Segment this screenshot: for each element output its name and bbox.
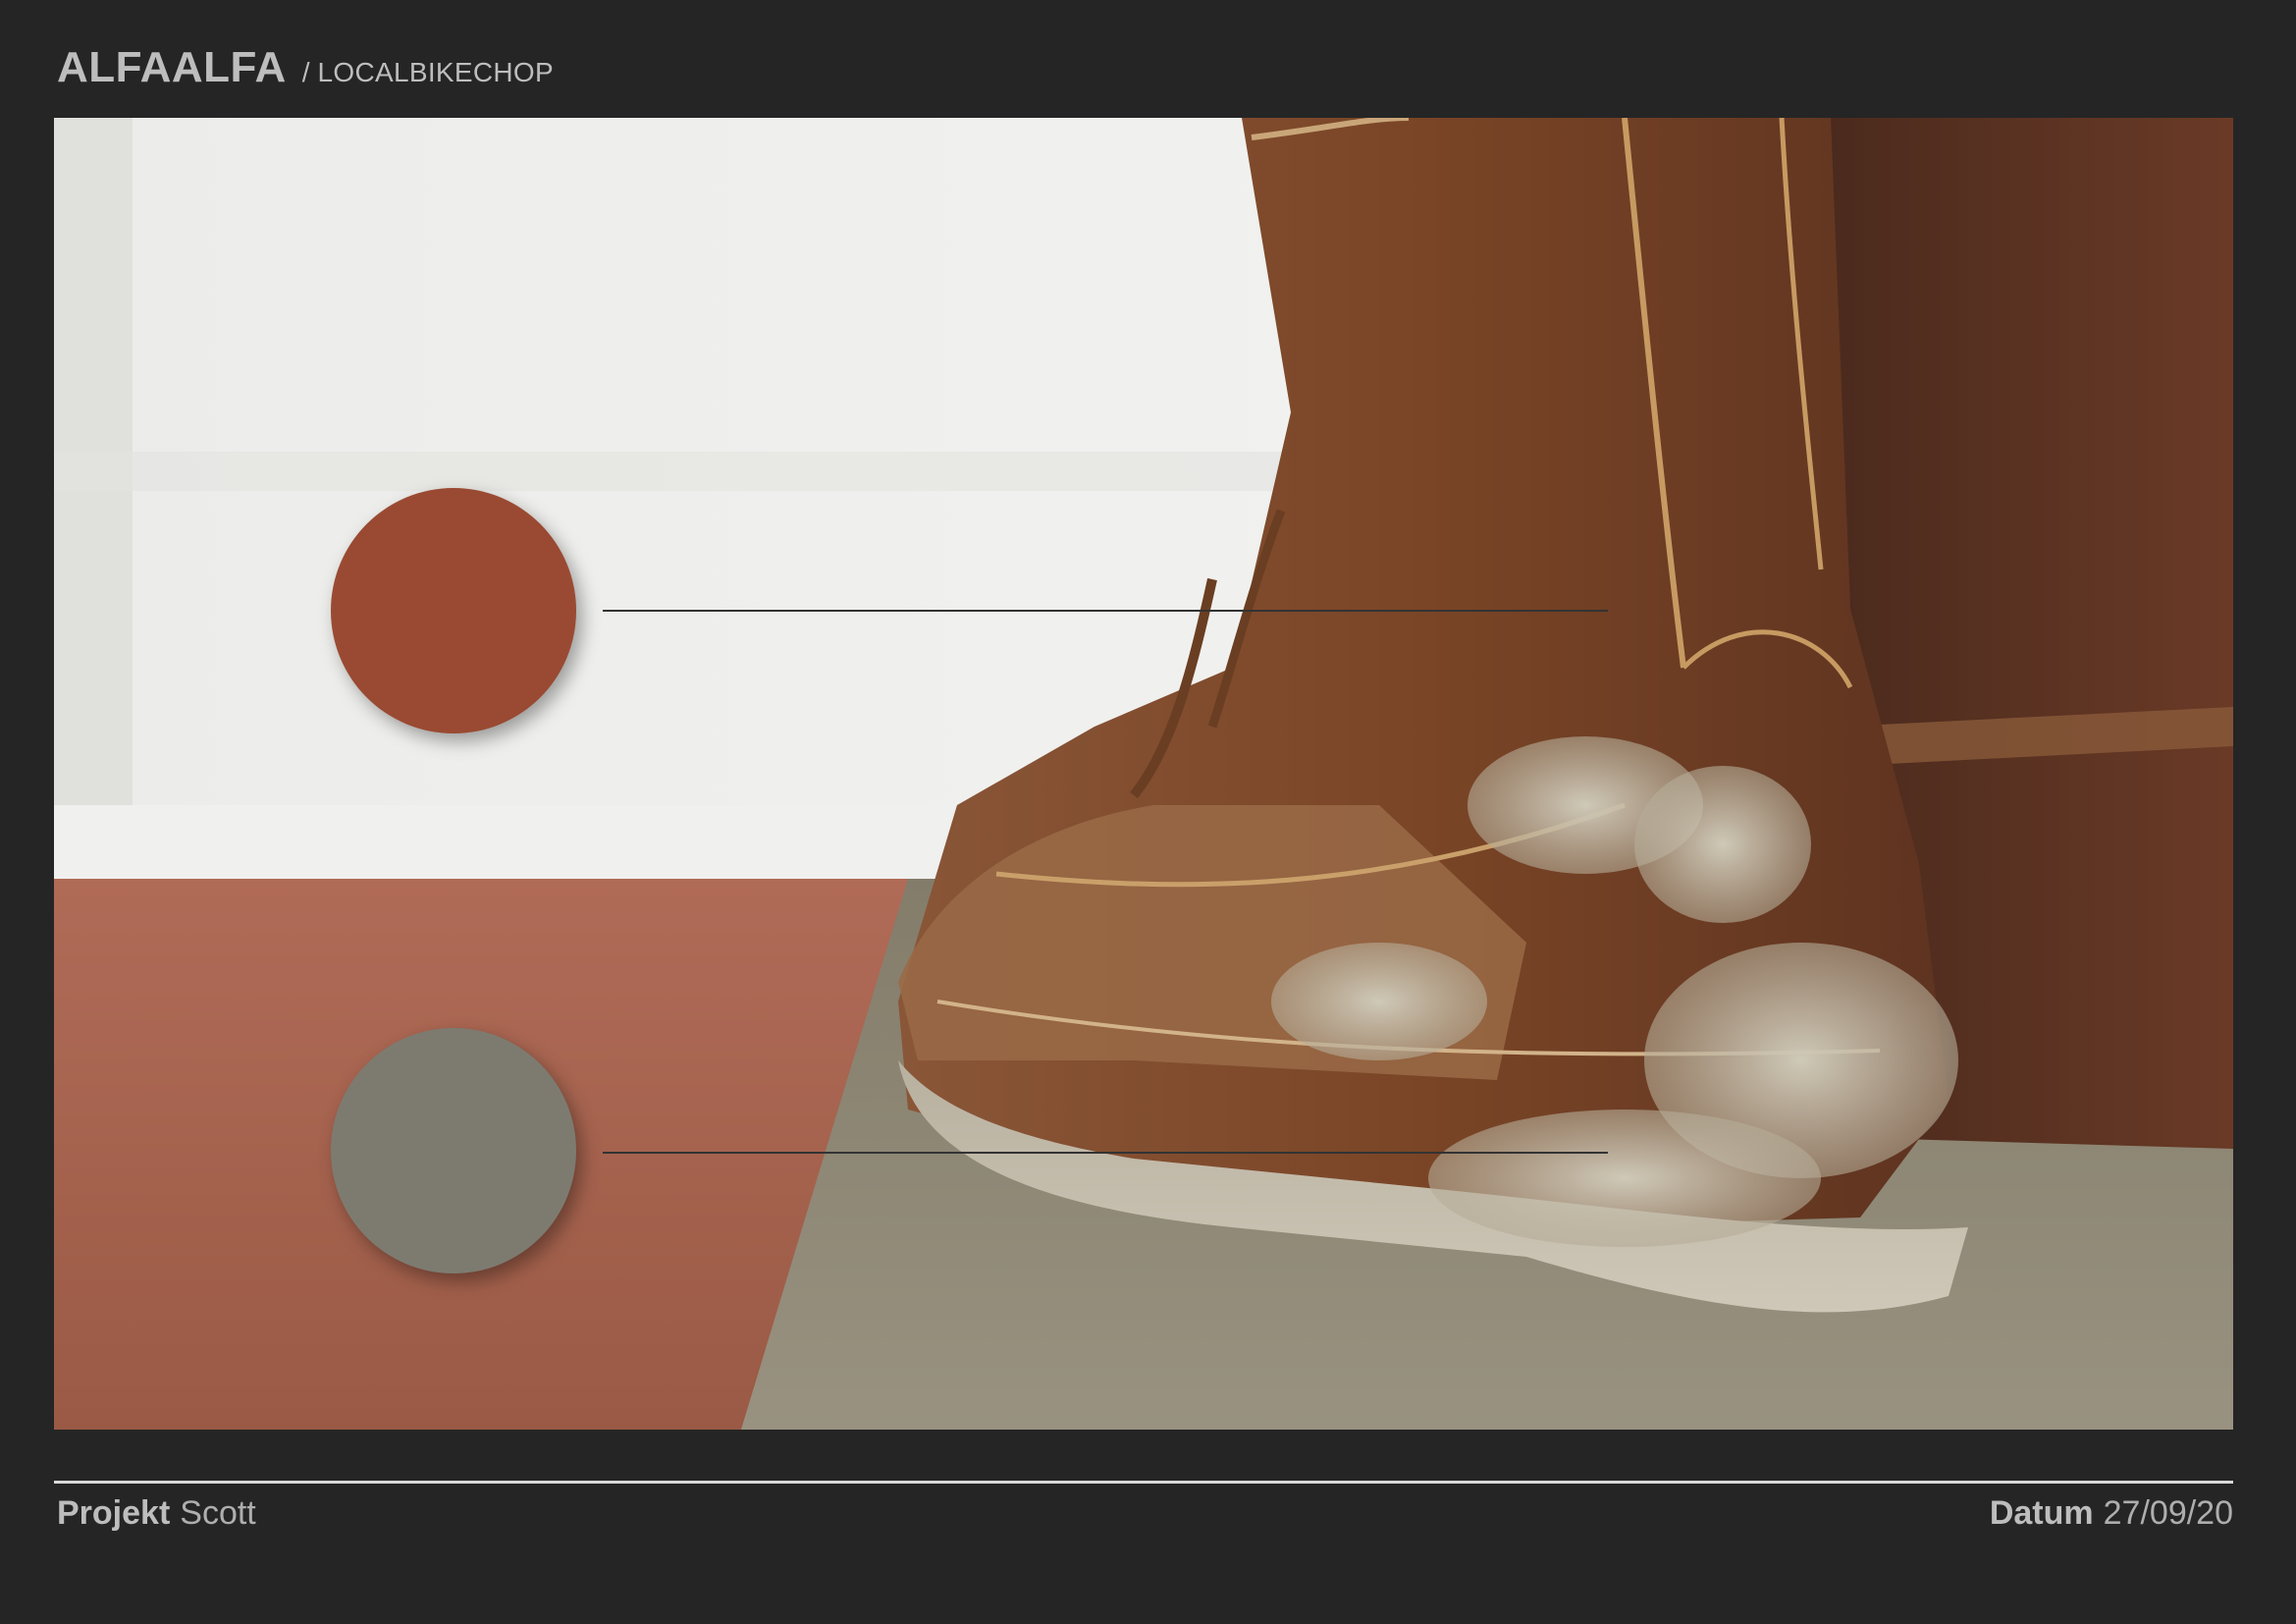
header-separator: / xyxy=(301,57,310,87)
date-value: 27/09/20 xyxy=(2103,1494,2233,1532)
moodboard-page: ALFAALFA / LOCALBIKECHOP Projekt Scott D… xyxy=(0,0,2296,1624)
date-label: Datum xyxy=(1989,1494,2094,1532)
color-swatch-rust xyxy=(331,488,576,733)
header: ALFAALFA / LOCALBIKECHOP xyxy=(57,43,554,92)
client-name: LOCALBIKECHOP xyxy=(317,57,554,87)
swatch-leader-line-grey xyxy=(603,1152,1608,1154)
brand-name: ALFAALFA xyxy=(57,43,287,91)
swatch-leader-line-rust xyxy=(603,610,1608,612)
project-value: Scott xyxy=(180,1494,256,1532)
date-info: Datum 27/09/20 xyxy=(1990,1494,2233,1533)
project-info: Projekt Scott xyxy=(57,1494,256,1533)
footer-divider xyxy=(54,1481,2233,1484)
color-swatch-grey xyxy=(331,1028,576,1273)
project-label: Projekt xyxy=(57,1494,171,1532)
